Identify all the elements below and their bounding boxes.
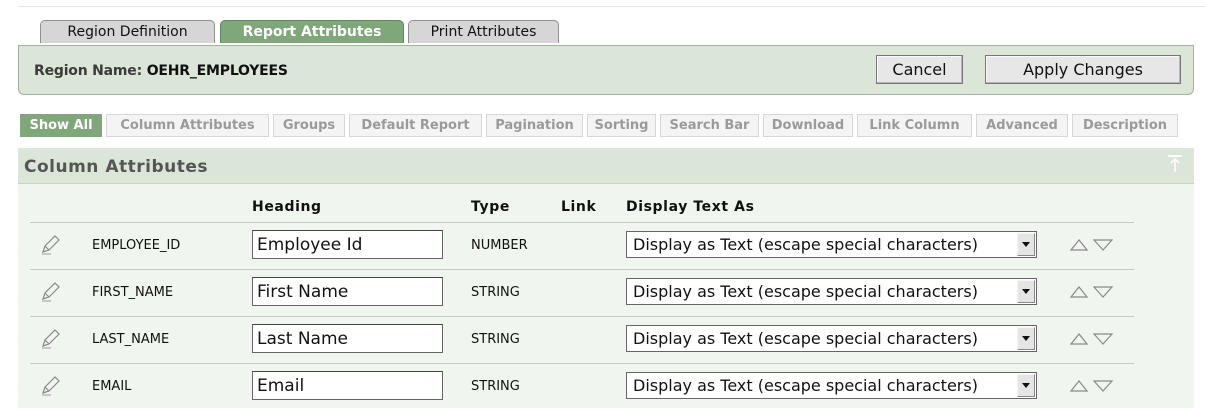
column-type: STRING <box>471 332 520 347</box>
panel-title: Column Attributes <box>24 157 208 177</box>
subnav-search-bar[interactable]: Search Bar <box>660 114 759 137</box>
edit-pencil-icon[interactable] <box>40 280 62 302</box>
column-type: STRING <box>471 379 520 394</box>
move-up-icon[interactable] <box>1070 286 1088 298</box>
subnav-show-all[interactable]: Show All <box>20 114 102 137</box>
subnav-groups[interactable]: Groups <box>273 114 345 137</box>
tab-region-definition[interactable]: Region Definition <box>40 20 215 43</box>
heading-input[interactable] <box>252 371 443 400</box>
subnav-default-report[interactable]: Default Report <box>349 114 482 137</box>
region-name-label: Region Name: <box>34 63 143 79</box>
display-as-value: Display as Text (escape special characte… <box>633 282 978 301</box>
subnav-sorting[interactable]: Sorting <box>587 114 656 137</box>
column-type: STRING <box>471 285 520 300</box>
back-to-top-icon[interactable] <box>1166 154 1184 174</box>
col-header-type: Type <box>471 199 510 215</box>
table-row: EMAIL STRING Display as Text (escape spe… <box>30 364 1134 410</box>
move-up-icon[interactable] <box>1070 380 1088 392</box>
heading-input[interactable] <box>252 324 443 353</box>
col-header-display: Display Text As <box>626 199 755 215</box>
table-row: FIRST_NAME STRING Display as Text (escap… <box>30 270 1134 316</box>
subnav-download[interactable]: Download <box>763 114 853 137</box>
region-name: Region Name: OEHR_EMPLOYEES <box>34 63 288 79</box>
apply-changes-button[interactable]: Apply Changes <box>985 55 1181 84</box>
move-up-icon[interactable] <box>1070 239 1088 251</box>
edit-pencil-icon[interactable] <box>40 233 62 255</box>
display-as-value: Display as Text (escape special characte… <box>633 376 978 395</box>
col-header-link: Link <box>561 199 597 215</box>
table-row: EMPLOYEE_ID NUMBER Display as Text (esca… <box>30 223 1134 269</box>
col-header-heading: Heading <box>252 199 322 215</box>
cancel-button[interactable]: Cancel <box>876 55 963 84</box>
chevron-down-icon[interactable] <box>1017 374 1035 397</box>
subnav-pagination[interactable]: Pagination <box>486 114 583 137</box>
display-as-select[interactable]: Display as Text (escape special characte… <box>626 278 1037 305</box>
edit-pencil-icon[interactable] <box>40 374 62 396</box>
column-attributes-header: Column Attributes <box>18 148 1194 184</box>
move-down-icon[interactable] <box>1093 380 1113 392</box>
column-name: LAST_NAME <box>92 332 170 347</box>
display-as-value: Display as Text (escape special characte… <box>633 329 978 348</box>
heading-input[interactable] <box>252 230 443 259</box>
display-as-value: Display as Text (escape special characte… <box>633 235 978 254</box>
move-down-icon[interactable] <box>1093 239 1113 251</box>
tab-print-attributes[interactable]: Print Attributes <box>408 20 559 43</box>
subnav-link-column[interactable]: Link Column <box>857 114 972 137</box>
subnav-advanced[interactable]: Advanced <box>976 114 1068 137</box>
move-up-icon[interactable] <box>1070 333 1088 345</box>
tab-report-attributes[interactable]: Report Attributes <box>220 20 404 43</box>
region-header: Region Name: OEHR_EMPLOYEES Cancel Apply… <box>18 45 1194 95</box>
display-as-select[interactable]: Display as Text (escape special characte… <box>626 325 1037 352</box>
edit-pencil-icon[interactable] <box>40 327 62 349</box>
top-divider <box>18 6 1205 7</box>
subnav-description[interactable]: Description <box>1072 114 1178 137</box>
chevron-down-icon[interactable] <box>1017 233 1035 256</box>
column-name: EMAIL <box>92 379 132 394</box>
display-as-select[interactable]: Display as Text (escape special characte… <box>626 372 1037 399</box>
heading-input[interactable] <box>252 277 443 306</box>
display-as-select[interactable]: Display as Text (escape special characte… <box>626 231 1037 258</box>
column-name: FIRST_NAME <box>92 285 174 300</box>
column-name: EMPLOYEE_ID <box>92 238 181 253</box>
move-down-icon[interactable] <box>1093 333 1113 345</box>
subnav-column-attributes[interactable]: Column Attributes <box>106 114 269 137</box>
table-row: LAST_NAME STRING Display as Text (escape… <box>30 317 1134 363</box>
move-down-icon[interactable] <box>1093 286 1113 298</box>
region-name-value: OEHR_EMPLOYEES <box>146 63 288 79</box>
chevron-down-icon[interactable] <box>1017 280 1035 303</box>
column-type: NUMBER <box>471 238 528 253</box>
chevron-down-icon[interactable] <box>1017 327 1035 350</box>
